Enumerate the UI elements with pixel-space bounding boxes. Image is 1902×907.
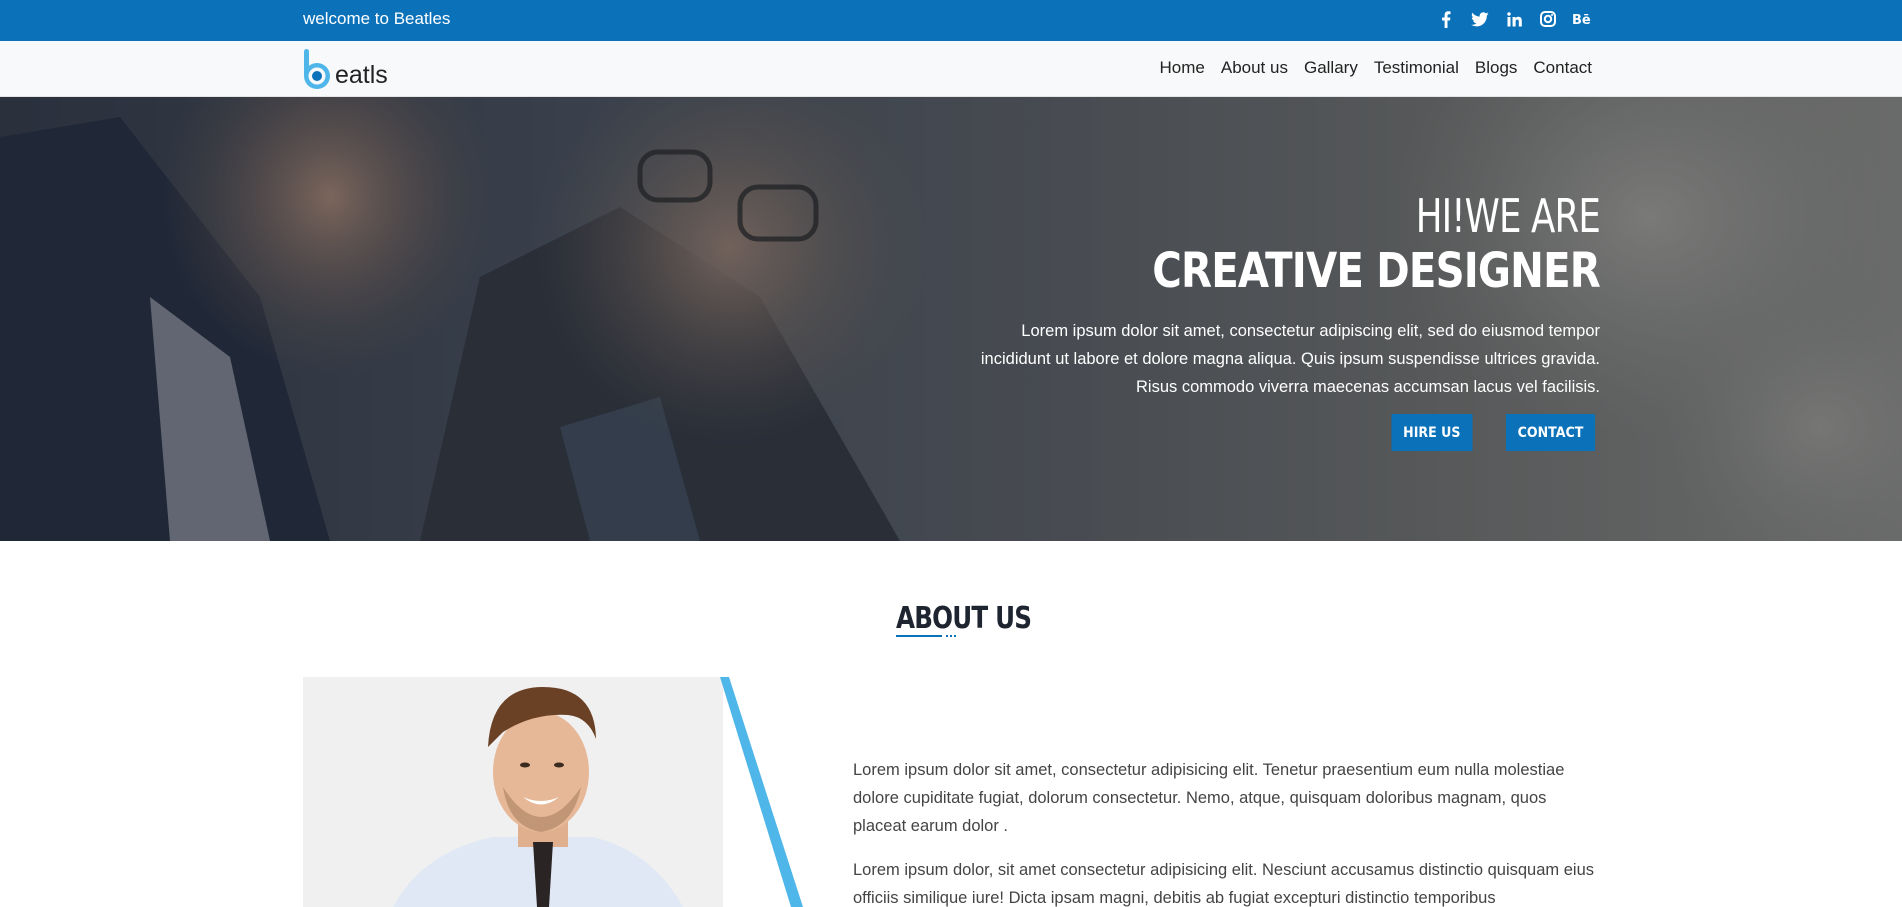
hero-banner: HI!WE ARE CREATIVE DESIGNER Lorem ipsum … [0, 97, 1902, 541]
hire-us-button[interactable]: HIRE US [1391, 414, 1473, 451]
about-paragraph: Lorem ipsum dolor sit amet, consectetur … [853, 761, 1565, 835]
svg-text:Bē: Bē [1572, 13, 1591, 26]
nav-about-us[interactable]: About us [1221, 58, 1288, 78]
social-links: Bē [1436, 9, 1592, 29]
welcome-text: welcome to Beatles [303, 9, 451, 28]
hero-heading-line2: CREATIVE DESIGNER [1152, 243, 1601, 299]
behance-icon[interactable]: Bē [1572, 9, 1592, 29]
nav-gallary[interactable]: Gallary [1304, 58, 1358, 78]
nav-contact[interactable]: Contact [1533, 58, 1592, 78]
hero-text-block: HI!WE ARE CREATIVE DESIGNER Lorem ipsum … [880, 189, 1601, 401]
hero-desc-line: incididunt ut labore et dolore magna ali… [980, 350, 1600, 368]
about-text: Lorem ipsum dolor sit amet, consectetur … [853, 756, 1603, 907]
hero-heading-line1: HI!WE ARE [1415, 189, 1601, 243]
top-bar: welcome to Beatles Bē [0, 0, 1902, 41]
logo-text: eatls [335, 61, 388, 89]
navigation-bar: eatls Home About us Gallary Testimonial … [0, 41, 1902, 97]
nav-blogs[interactable]: Blogs [1475, 58, 1518, 78]
hero-buttons: HIRE US CONTACT [1387, 414, 1600, 451]
twitter-icon[interactable] [1470, 9, 1490, 29]
main-nav: Home About us Gallary Testimonial Blogs … [1160, 58, 1593, 78]
instagram-icon[interactable] [1538, 9, 1558, 29]
hero-description: Lorem ipsum dolor sit amet, consectetur … [880, 317, 1600, 401]
heading-underline [896, 635, 942, 637]
contact-button[interactable]: CONTACT [1505, 414, 1596, 451]
hero-desc-line: Risus commodo viverra maecenas accumsan … [1136, 378, 1600, 396]
about-paragraph: Lorem ipsum dolor, sit amet consectetur … [853, 861, 1595, 907]
heading-underline-dots [946, 635, 956, 637]
about-us-heading: ABOUT US [896, 601, 1032, 636]
hero-desc-line: Lorem ipsum dolor sit amet, consectetur … [1021, 322, 1600, 340]
beatls-logo[interactable]: eatls [303, 49, 388, 91]
nav-testimonial[interactable]: Testimonial [1374, 58, 1459, 78]
linkedin-icon[interactable] [1504, 9, 1524, 29]
about-photo [303, 677, 803, 907]
nav-home[interactable]: Home [1160, 58, 1205, 78]
facebook-icon[interactable] [1436, 9, 1456, 29]
